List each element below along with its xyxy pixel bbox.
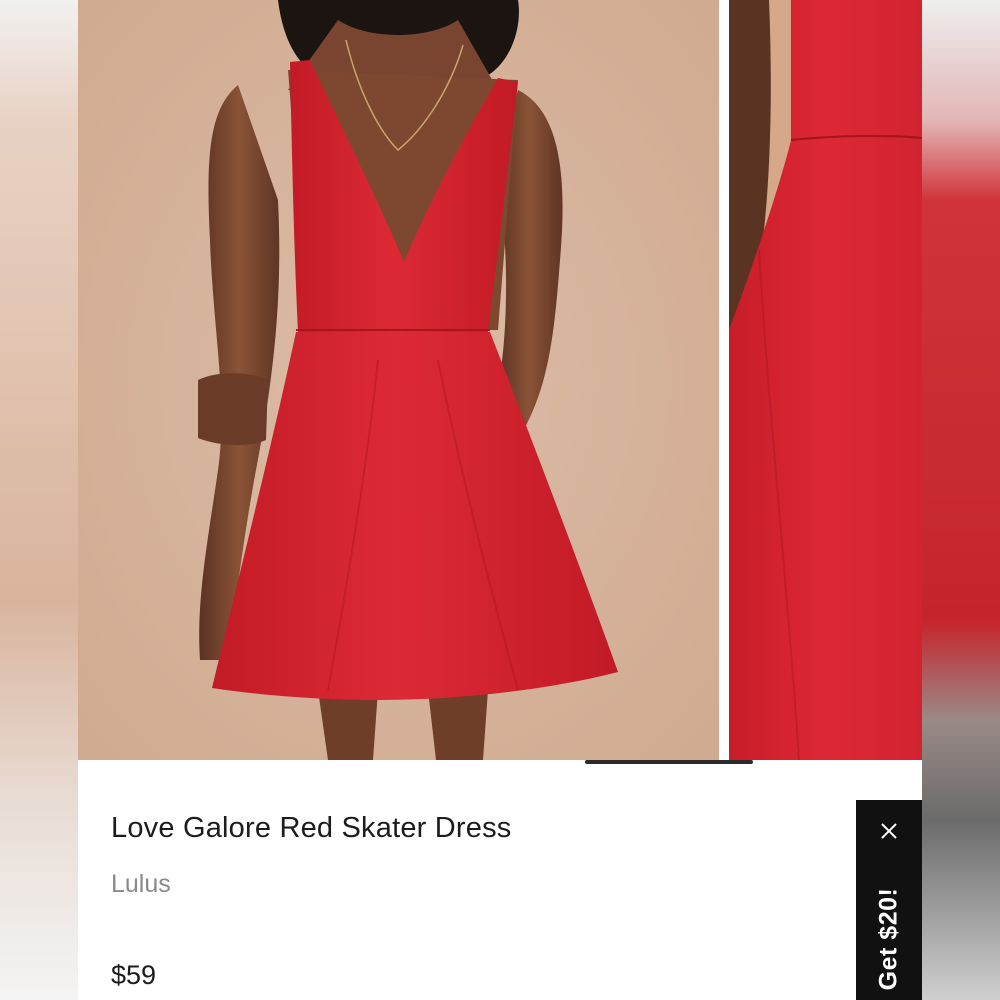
product-image-detail[interactable] (729, 0, 922, 760)
blurred-backdrop-left (0, 0, 78, 1000)
product-image-main[interactable] (78, 0, 719, 760)
promo-close-button[interactable] (856, 814, 922, 848)
promo-label[interactable]: Get $20! (875, 888, 904, 991)
promo-tab[interactable]: Get $20! (856, 800, 922, 1000)
product-screen: Love Galore Red Skater Dress Lulus $59 G… (78, 0, 922, 1000)
product-price: $59 (111, 960, 157, 990)
product-title[interactable]: Love Galore Red Skater Dress (111, 812, 512, 845)
image-gallery[interactable] (78, 0, 922, 760)
close-icon (881, 823, 897, 839)
product-brand[interactable]: Lulus (111, 870, 171, 899)
product-info-panel: Love Galore Red Skater Dress Lulus $59 G… (78, 764, 922, 1000)
blurred-backdrop-right (922, 0, 1000, 1000)
